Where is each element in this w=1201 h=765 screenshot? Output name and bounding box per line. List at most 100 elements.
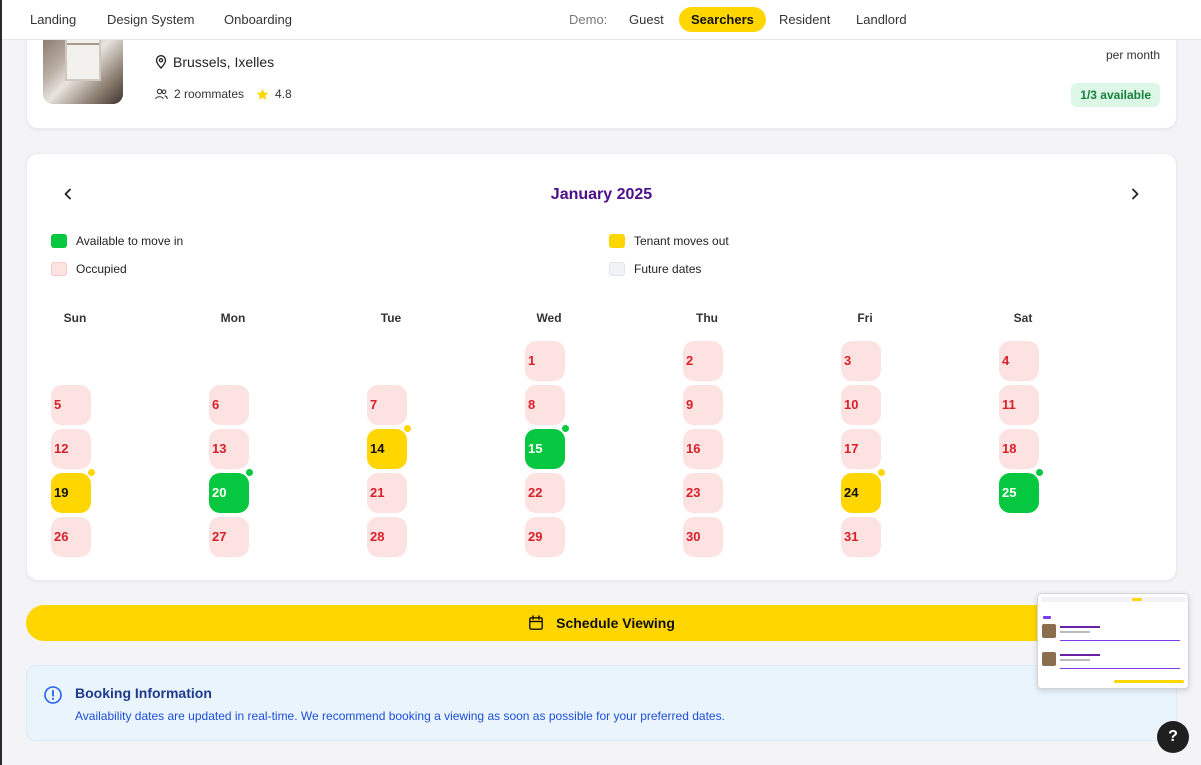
day-number: 26: [54, 529, 69, 544]
legend-swatch-occupied: [51, 262, 67, 276]
calendar-day-31[interactable]: 31: [841, 517, 881, 557]
legend-future-label: Future dates: [634, 262, 702, 276]
page-preview-thumbnail[interactable]: [1037, 593, 1189, 689]
calendar-day-26[interactable]: 26: [51, 517, 91, 557]
booking-info-text: Availability dates are updated in real-t…: [75, 709, 725, 723]
calendar-day-18[interactable]: 18: [999, 429, 1039, 469]
chevron-right-icon: [1132, 188, 1139, 200]
calendar-day-25[interactable]: 25: [999, 468, 1044, 513]
calendar-day-7[interactable]: 7: [367, 385, 407, 425]
weekday-sat: Sat: [1013, 311, 1033, 325]
day-number: 19: [54, 485, 69, 500]
legend-swatch-moveout: [609, 234, 625, 248]
demo-label: Demo:: [569, 12, 608, 27]
next-month-button[interactable]: [1123, 182, 1147, 206]
weekday-wed: Wed: [536, 311, 562, 325]
legend-moveout-label: Tenant moves out: [634, 234, 729, 248]
calendar-day-13[interactable]: 13: [209, 429, 249, 469]
calendar-day-17[interactable]: 17: [841, 429, 881, 469]
day-number: 4: [1002, 353, 1010, 368]
nav-link-design-system[interactable]: Design System: [107, 12, 194, 27]
calendar-day-10[interactable]: 10: [841, 385, 881, 425]
day-number: 7: [370, 397, 378, 412]
calendar-day-12[interactable]: 12: [51, 429, 91, 469]
calendar-day-11[interactable]: 11: [999, 385, 1039, 425]
demo-landlord-button[interactable]: Landlord: [844, 7, 919, 32]
day-number: 27: [212, 529, 227, 544]
day-number: 6: [212, 397, 220, 412]
calendar-day-8[interactable]: 8: [525, 385, 565, 425]
day-number: 21: [370, 485, 385, 500]
calendar-day-29[interactable]: 29: [525, 517, 565, 557]
calendar-day-16[interactable]: 16: [683, 429, 723, 469]
day-number: 9: [686, 397, 694, 412]
help-button[interactable]: ?: [1157, 721, 1189, 753]
day-number: 16: [686, 441, 701, 456]
booking-info-title: Booking Information: [75, 685, 212, 701]
demo-guest-button[interactable]: Guest: [617, 7, 676, 32]
calendar-day-9[interactable]: 9: [683, 385, 723, 425]
calendar-day-5[interactable]: 5: [51, 385, 91, 425]
calendar-day-4[interactable]: 4: [999, 341, 1039, 381]
day-number: 31: [844, 529, 859, 544]
calendar-day-28[interactable]: 28: [367, 517, 407, 557]
day-number: 8: [528, 397, 536, 412]
available-indicator-dot: [561, 424, 570, 433]
calendar-day-1[interactable]: 1: [525, 341, 565, 381]
listing-location: Brussels, Ixelles: [155, 54, 274, 70]
roommates-count: 2 roommates: [174, 87, 245, 101]
star-icon: [256, 88, 269, 100]
calendar-day-15[interactable]: 15: [525, 424, 570, 469]
legend-occupied: Occupied: [51, 262, 127, 276]
calendar-day-21[interactable]: 21: [367, 473, 407, 513]
price-unit: per month: [1105, 48, 1160, 62]
calendar-icon: [529, 615, 544, 630]
calendar-day-23[interactable]: 23: [683, 473, 723, 513]
day-number: 2: [686, 353, 694, 368]
month-title: January 2025: [550, 186, 653, 203]
listing-meta: 2 roommates 4.8: [155, 87, 292, 101]
legend-occupied-label: Occupied: [76, 262, 127, 276]
day-number: 23: [686, 485, 701, 500]
legend-swatch-available: [51, 234, 67, 248]
schedule-viewing-label: Schedule Viewing: [556, 615, 675, 631]
calendar-day-20[interactable]: 20: [209, 468, 254, 513]
day-number: 28: [370, 529, 385, 544]
day-number: 22: [528, 485, 543, 500]
calendar-day-6[interactable]: 6: [209, 385, 249, 425]
weekday-fri: Fri: [857, 311, 873, 325]
rating-value: 4.8: [275, 87, 292, 101]
nav-link-landing[interactable]: Landing: [30, 12, 76, 27]
day-number: 14: [370, 441, 385, 456]
calendar-day-22[interactable]: 22: [525, 473, 565, 513]
available-indicator-dot: [245, 468, 254, 477]
schedule-viewing-button[interactable]: Schedule Viewing: [26, 605, 1177, 641]
weekday-thu: Thu: [696, 311, 718, 325]
map-pin-icon: [155, 55, 167, 69]
calendar-day-14[interactable]: 14: [367, 424, 412, 469]
available-indicator-dot: [1035, 468, 1044, 477]
day-number: 30: [686, 529, 701, 544]
legend-available: Available to move in: [51, 234, 183, 248]
day-number: 3: [844, 353, 852, 368]
booking-info-box: Booking Information Availability dates a…: [26, 665, 1177, 741]
window-edge: [0, 0, 2, 765]
top-nav: Landing Design System Onboarding Demo: G…: [0, 0, 1201, 40]
legend-future: Future dates: [609, 262, 701, 276]
alert-circle-icon: [44, 686, 62, 704]
day-number: 29: [528, 529, 543, 544]
calendar-day-30[interactable]: 30: [683, 517, 723, 557]
weekday-mon: Mon: [220, 311, 246, 325]
day-number: 12: [54, 441, 69, 456]
calendar-day-24[interactable]: 24: [841, 468, 886, 513]
nav-link-onboarding[interactable]: Onboarding: [224, 12, 292, 27]
calendar-day-27[interactable]: 27: [209, 517, 249, 557]
calendar-day-19[interactable]: 19: [51, 468, 96, 513]
demo-resident-button[interactable]: Resident: [767, 7, 842, 32]
demo-searchers-button[interactable]: Searchers: [679, 7, 766, 32]
calendar-day-2[interactable]: 2: [683, 341, 723, 381]
calendar-day-3[interactable]: 3: [841, 341, 881, 381]
location-text: Brussels, Ixelles: [173, 54, 275, 70]
day-number: 10: [844, 397, 859, 412]
legend-available-label: Available to move in: [76, 234, 184, 248]
